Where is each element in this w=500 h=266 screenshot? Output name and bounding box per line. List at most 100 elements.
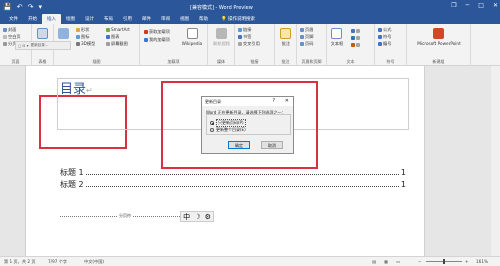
text-tool-3-icon[interactable]: [351, 42, 361, 47]
smartart-button[interactable]: SmartArt: [106, 27, 130, 32]
toc-title[interactable]: 目录↵: [60, 78, 93, 97]
tab-draw[interactable]: 绘图: [61, 14, 80, 24]
ribbon-display-icon[interactable]: ❐: [451, 2, 456, 9]
moon-icon[interactable]: ☽: [194, 213, 200, 221]
ok-button[interactable]: 确定: [228, 141, 250, 149]
toc-entry-2[interactable]: 标题 2 1: [60, 179, 406, 190]
text-tool-1-icon[interactable]: [351, 28, 361, 33]
cover-page-icon: [3, 27, 7, 32]
minimize-icon[interactable]: ─: [466, 2, 470, 9]
zoom-in-icon[interactable]: +: [465, 259, 469, 264]
cancel-button[interactable]: 取消: [261, 141, 283, 149]
update-toc-dialog: 更新目录 ? ✕ Word 正在更新目录，请选择下列选项之一： 只更新页码(P)…: [201, 96, 294, 154]
tab-references[interactable]: 引用: [118, 14, 137, 24]
symbol-label: 符号: [383, 34, 392, 39]
web-layout-icon[interactable]: ▭: [396, 259, 400, 264]
text-tool-2-icon[interactable]: [351, 35, 361, 40]
bookmark-button[interactable]: 书签: [238, 34, 251, 39]
group-comments-label: 批注: [281, 59, 290, 64]
option-update-entire-table[interactable]: 更新整个目录(E): [210, 127, 246, 133]
close-icon[interactable]: ✕: [493, 2, 498, 9]
tab-review[interactable]: 审阅: [156, 14, 175, 24]
icons-icon: [76, 34, 80, 39]
powerpoint-button[interactable]: Microsoft PowerPoint: [407, 41, 471, 46]
language[interactable]: 中文(中国): [84, 259, 104, 265]
get-addins-label: 获取加载项: [149, 29, 170, 34]
textbox-button[interactable]: 文本框: [327, 41, 347, 47]
tell-me-label: 操作说明搜索: [228, 17, 256, 22]
zoom-out-icon[interactable]: −: [418, 259, 422, 264]
3d-models-button[interactable]: 3D模型: [76, 41, 95, 46]
tab-insert[interactable]: 插入: [42, 14, 61, 24]
powerpoint-icon: [433, 28, 444, 39]
link-button[interactable]: 链接: [238, 27, 251, 32]
number-button[interactable]: 编号: [378, 41, 391, 46]
my-addins-icon: [144, 37, 148, 42]
store-icon: [144, 29, 148, 34]
tab-file[interactable]: 文件: [4, 14, 23, 24]
comment-button[interactable]: 批注: [275, 41, 297, 47]
maximize-icon[interactable]: □: [478, 2, 484, 9]
chart-button[interactable]: 图表: [106, 34, 119, 39]
page-break-label-doc: 分页符: [119, 213, 131, 218]
print-layout-icon[interactable]: ▦: [384, 259, 388, 264]
tab-home[interactable]: 开始: [23, 14, 42, 24]
page-count[interactable]: 第 1 页，共 2 页: [4, 259, 36, 265]
radio-selected-icon[interactable]: [210, 121, 214, 125]
cross-reference-button[interactable]: 交叉引用: [238, 41, 260, 46]
gear-icon[interactable]: ⚙: [205, 213, 211, 221]
group-table-label: 表格: [38, 59, 47, 64]
chart-icon: [106, 34, 110, 39]
toc-entry-2-page: 1: [400, 180, 406, 189]
icons-button[interactable]: 图标: [76, 34, 89, 39]
blank-page-button[interactable]: 空白页: [3, 34, 21, 39]
tab-design[interactable]: 设计: [80, 14, 99, 24]
vertical-scrollbar[interactable]: [491, 66, 500, 256]
page-number-label: 页码: [305, 41, 314, 46]
dialog-title: 更新目录: [202, 97, 293, 106]
redo-icon[interactable]: ↷: [28, 3, 34, 11]
undo-icon[interactable]: ↶: [17, 3, 23, 11]
dialog-close-icon[interactable]: ✕: [285, 98, 289, 104]
tab-layout[interactable]: 布局: [99, 14, 118, 24]
screenshot-button[interactable]: 屏幕截图: [106, 41, 128, 46]
ime-mode[interactable]: 中: [183, 212, 190, 222]
my-addins-button[interactable]: 我的加载项: [144, 37, 170, 42]
toc-control-icons[interactable]: ▢ ⊟ ▾: [18, 44, 29, 48]
tell-me-search[interactable]: 💡 操作说明搜索: [213, 14, 258, 24]
option-update-page-numbers[interactable]: 只更新页码(P): [210, 119, 246, 127]
toc-control-toolbar[interactable]: ▢ ⊟ ▾ 更新目录...: [15, 41, 71, 50]
bookmark-icon: [238, 34, 242, 39]
zoom-level[interactable]: 161%: [476, 259, 488, 264]
update-toc-button[interactable]: 更新目录...: [31, 43, 49, 48]
customize-qat-icon[interactable]: ▾: [38, 3, 42, 11]
header-button[interactable]: 页眉: [300, 27, 313, 32]
help-icon[interactable]: ?: [272, 98, 275, 104]
group-symbols: 公式 符号 编号 符号: [375, 24, 407, 66]
ime-toolbar[interactable]: 中 ☽ ⚙: [180, 211, 214, 222]
get-addins-button[interactable]: 获取加载项: [144, 29, 170, 34]
zoom-slider-handle[interactable]: [443, 259, 445, 264]
cover-page-button[interactable]: 封面: [3, 27, 16, 32]
word-count[interactable]: 7/97 个字: [48, 259, 67, 265]
toc-entry-2-label: 标题 2: [60, 180, 84, 189]
wikipedia-button[interactable]: Wikipedia: [176, 41, 208, 46]
equation-button[interactable]: 公式: [378, 27, 391, 32]
online-video-button[interactable]: 联机视频: [208, 41, 235, 47]
tab-view[interactable]: 视图: [175, 14, 194, 24]
shapes-button[interactable]: 形状: [76, 27, 89, 32]
option-update-entire-table-label: 更新整个目录(E): [216, 127, 246, 132]
radio-unselected-icon[interactable]: [210, 128, 214, 132]
tab-help[interactable]: 帮助: [194, 14, 213, 24]
number-icon: [378, 41, 382, 46]
blank-page-label: 空白页: [8, 34, 21, 39]
smartart-icon: [106, 27, 110, 32]
tab-mailings[interactable]: 邮件: [137, 14, 156, 24]
symbol-button[interactable]: 符号: [378, 34, 391, 39]
page-number-button[interactable]: 页码: [300, 41, 313, 46]
footer-button[interactable]: 页脚: [300, 34, 313, 39]
read-mode-icon[interactable]: ▤: [372, 259, 376, 264]
toc-entry-1-label: 标题 1: [60, 168, 84, 177]
3d-model-icon: [76, 41, 80, 46]
save-icon[interactable]: 💾: [3, 3, 12, 11]
